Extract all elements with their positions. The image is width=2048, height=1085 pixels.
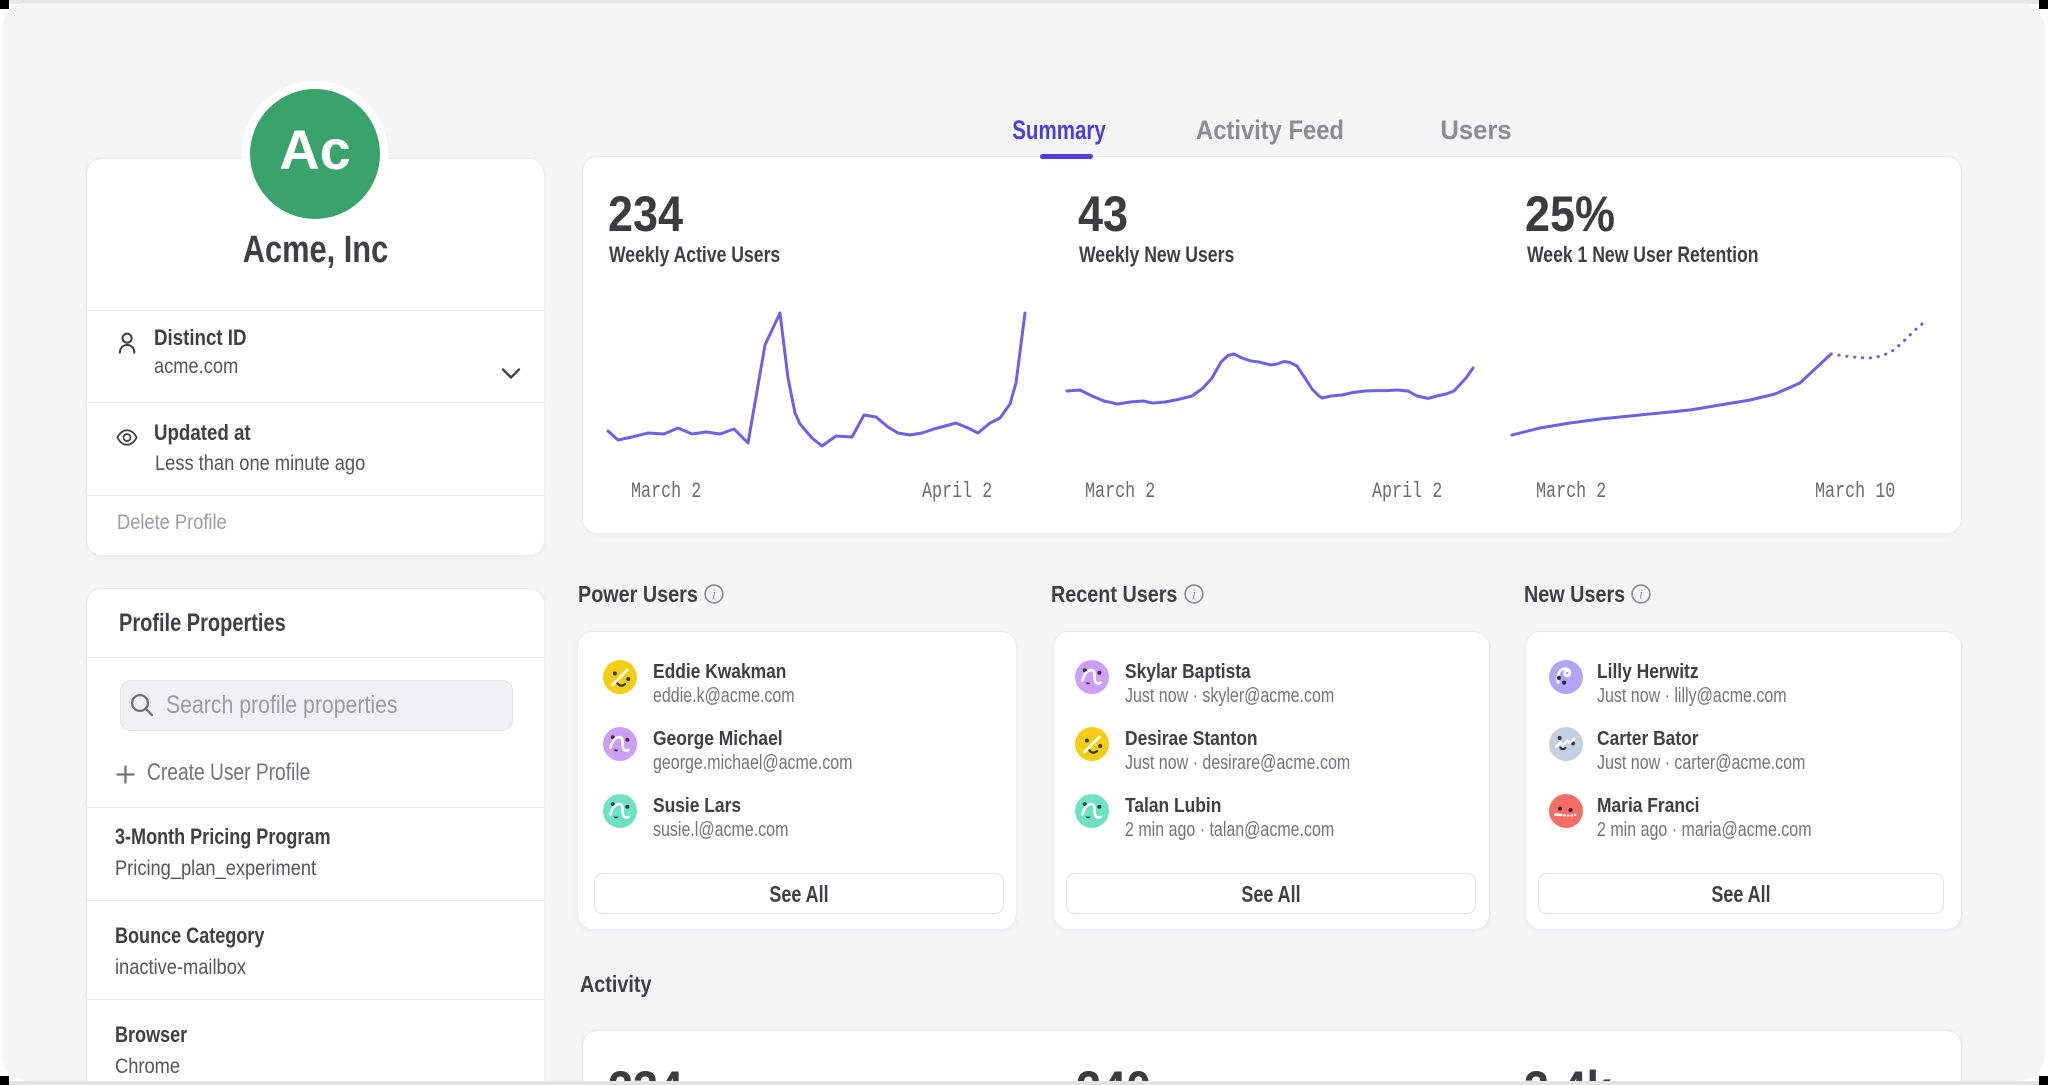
svg-text:i: i	[1192, 587, 1196, 602]
svg-text:i: i	[1639, 587, 1643, 602]
svg-text:i: i	[712, 587, 716, 602]
